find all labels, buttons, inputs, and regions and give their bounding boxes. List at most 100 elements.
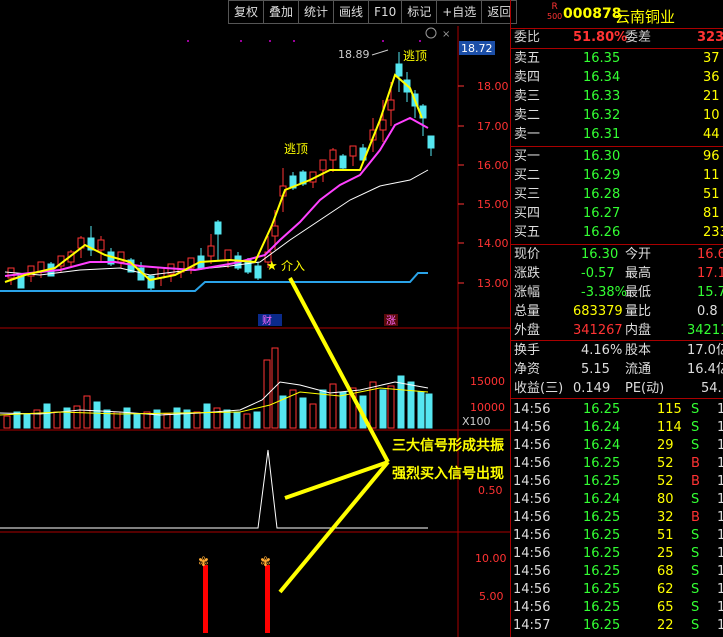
finance-marker[interactable]: 财 [262,314,272,327]
volume-tick: 15000 [470,375,505,388]
bid-label: 买一 [514,149,541,164]
stat-row: 净资 5.15 流通 16.4亿 [511,361,723,379]
stat-label: 股本 [625,343,652,358]
trade-price: 16.25 [583,546,621,561]
indicator-tick: 0.50 [478,484,503,497]
intervene-label: 介入 [281,259,305,273]
trade-price: 16.25 [583,456,621,471]
stat-value: 17.0亿 [687,343,723,358]
bid-row: 买二 16.29 11 [511,167,723,185]
trade-row: 14:56 16.25 65 S 1 [511,599,723,617]
trade-side: S [691,600,700,615]
trade-time: 14:56 [513,402,551,417]
trade-volume: 115 [657,402,682,417]
trade-price: 16.25 [583,528,621,543]
ask-label: 卖一 [514,127,541,142]
kline-chart[interactable]: × 18.00 17.00 16.00 15.00 14.00 13.00 18… [0,0,510,637]
price-tick: 18.00 [477,80,509,93]
stat-value: 0.149 [573,381,611,396]
trade-time: 14:57 [513,618,551,633]
webi-row: 委比 51.80% 委差 323 [514,30,723,45]
trade-side: S [691,492,700,507]
stat-label: 最低 [625,285,652,300]
stat-row: 换手 4.16% 股本 17.0亿 [511,342,723,360]
trade-time: 14:56 [513,528,551,543]
stat-row: 总量 683379 量比 0.8 [511,303,723,321]
ask-label: 卖四 [514,70,541,85]
stat-value: 5.15 [581,362,610,377]
trade-count: 1 [717,420,723,435]
trade-row: 14:56 16.25 52 B 1 [511,455,723,473]
ask-label: 卖三 [514,89,541,104]
stat-label: 最高 [625,266,652,281]
trade-price: 16.24 [583,438,621,453]
trade-time: 14:56 [513,420,551,435]
trade-row: 14:56 16.25 51 S 1 [511,527,723,545]
trade-row: 14:56 16.25 62 S 1 [511,581,723,599]
ask-volume: 37 [703,51,720,66]
trade-time: 14:56 [513,564,551,579]
rise-marker[interactable]: 涨 [386,315,396,327]
bid-volume: 11 [703,168,720,183]
price-tick: 17.00 [477,120,509,133]
trade-volume: 32 [657,510,674,525]
bid-label: 买二 [514,168,541,183]
ask-row: 卖四 16.34 36 [511,69,723,87]
trade-price: 16.25 [583,402,621,417]
ask-volume: 36 [703,70,720,85]
bid-row: 买一 16.30 96 [511,148,723,166]
escape-top-label: 逃顶 [403,49,427,63]
trade-row: 14:56 16.25 115 S 1 [511,401,723,419]
stat-value: -0.57 [581,266,615,281]
bid-row: 买四 16.27 81 [511,205,723,223]
ask-row: 卖一 16.31 44 [511,126,723,144]
bid-price: 16.27 [583,206,621,221]
trade-time: 14:56 [513,474,551,489]
trade-count: 1 [717,528,723,543]
trade-count: 1 [717,618,723,633]
stat-value: 341267 [573,323,623,338]
trade-side: S [691,546,700,561]
bid-row: 买五 16.26 233 [511,224,723,242]
stat-value: -3.38% [581,285,627,300]
trade-time: 14:56 [513,456,551,471]
trade-row: 14:56 16.25 25 S 1 [511,545,723,563]
ask-price: 16.32 [583,108,621,123]
bid-label: 买五 [514,225,541,240]
annotation-arrows [278,277,390,594]
trade-price: 16.24 [583,420,621,435]
trade-row: 14:56 16.25 52 B 1 [511,473,723,491]
trade-volume: 22 [657,618,674,633]
bid-volume: 96 [703,149,720,164]
stat-label: 收益(三) [514,381,564,396]
trade-count: 1 [717,564,723,579]
settings-gear-icon[interactable] [425,27,437,39]
bid-volume: 81 [703,206,720,221]
trade-time: 14:56 [513,582,551,597]
butterfly-icon: ✾ [260,555,271,570]
trade-count: 1 [717,600,723,615]
close-icon[interactable]: × [442,29,450,40]
stat-label: 涨跌 [514,266,541,281]
escape-top-label: 逃顶 [284,142,308,156]
ask-price: 16.33 [583,89,621,104]
support-line [0,272,428,292]
stat-label: 今开 [625,247,652,262]
trade-volume: 29 [657,438,674,453]
trade-count: 1 [717,402,723,417]
price-tick: 16.00 [477,159,509,172]
annotation-text: 三大信号形成共振 [392,437,504,454]
bid-price: 16.26 [583,225,621,240]
stat-row: 外盘 341267内盘 34211 [511,322,723,340]
bid-price: 16.28 [583,187,621,202]
stat-value: 683379 [573,304,623,319]
stat-row: 涨跌 -0.57 最高 17.1 [511,265,723,283]
trade-volume: 114 [657,420,682,435]
high-price-label: 18.89 [338,48,370,61]
trade-volume: 68 [657,564,674,579]
trade-volume: 80 [657,492,674,507]
ask-price: 16.34 [583,70,621,85]
ask-row: 卖三 16.33 21 [511,88,723,106]
trade-time: 14:56 [513,600,551,615]
trade-row: 14:56 16.24 80 S 1 [511,491,723,509]
